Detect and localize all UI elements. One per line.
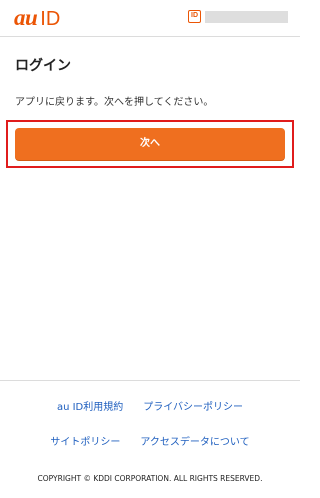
privacy-policy-link[interactable]: プライバシーポリシー [143,402,243,413]
access-data-link[interactable]: アクセスデータについて [140,437,249,448]
id-badge-icon: ID [188,10,201,23]
copyright-text: COPYRIGHT © KDDI CORPORATION. ALL RIGHTS… [37,474,263,483]
next-button[interactable]: 次へ [15,128,285,160]
au-id-logo: au ID [14,5,60,32]
account-id-placeholder [205,11,288,23]
logo-au-text: au [14,5,38,30]
app-header: au ID ID [0,0,300,36]
header-divider [0,36,300,37]
page-title: ログイン [15,58,71,74]
footer-links-row-1: au ID利用規約 プライバシーポリシー [0,401,300,415]
terms-link[interactable]: au ID利用規約 [57,402,123,413]
footer-divider [0,380,300,381]
logo-id-text: ID [40,8,61,30]
instruction-message: アプリに戻ります。次へを押してください。 [15,97,214,108]
site-policy-link[interactable]: サイトポリシー [50,437,120,448]
footer-links-row-2: サイトポリシー アクセスデータについて [0,436,300,450]
